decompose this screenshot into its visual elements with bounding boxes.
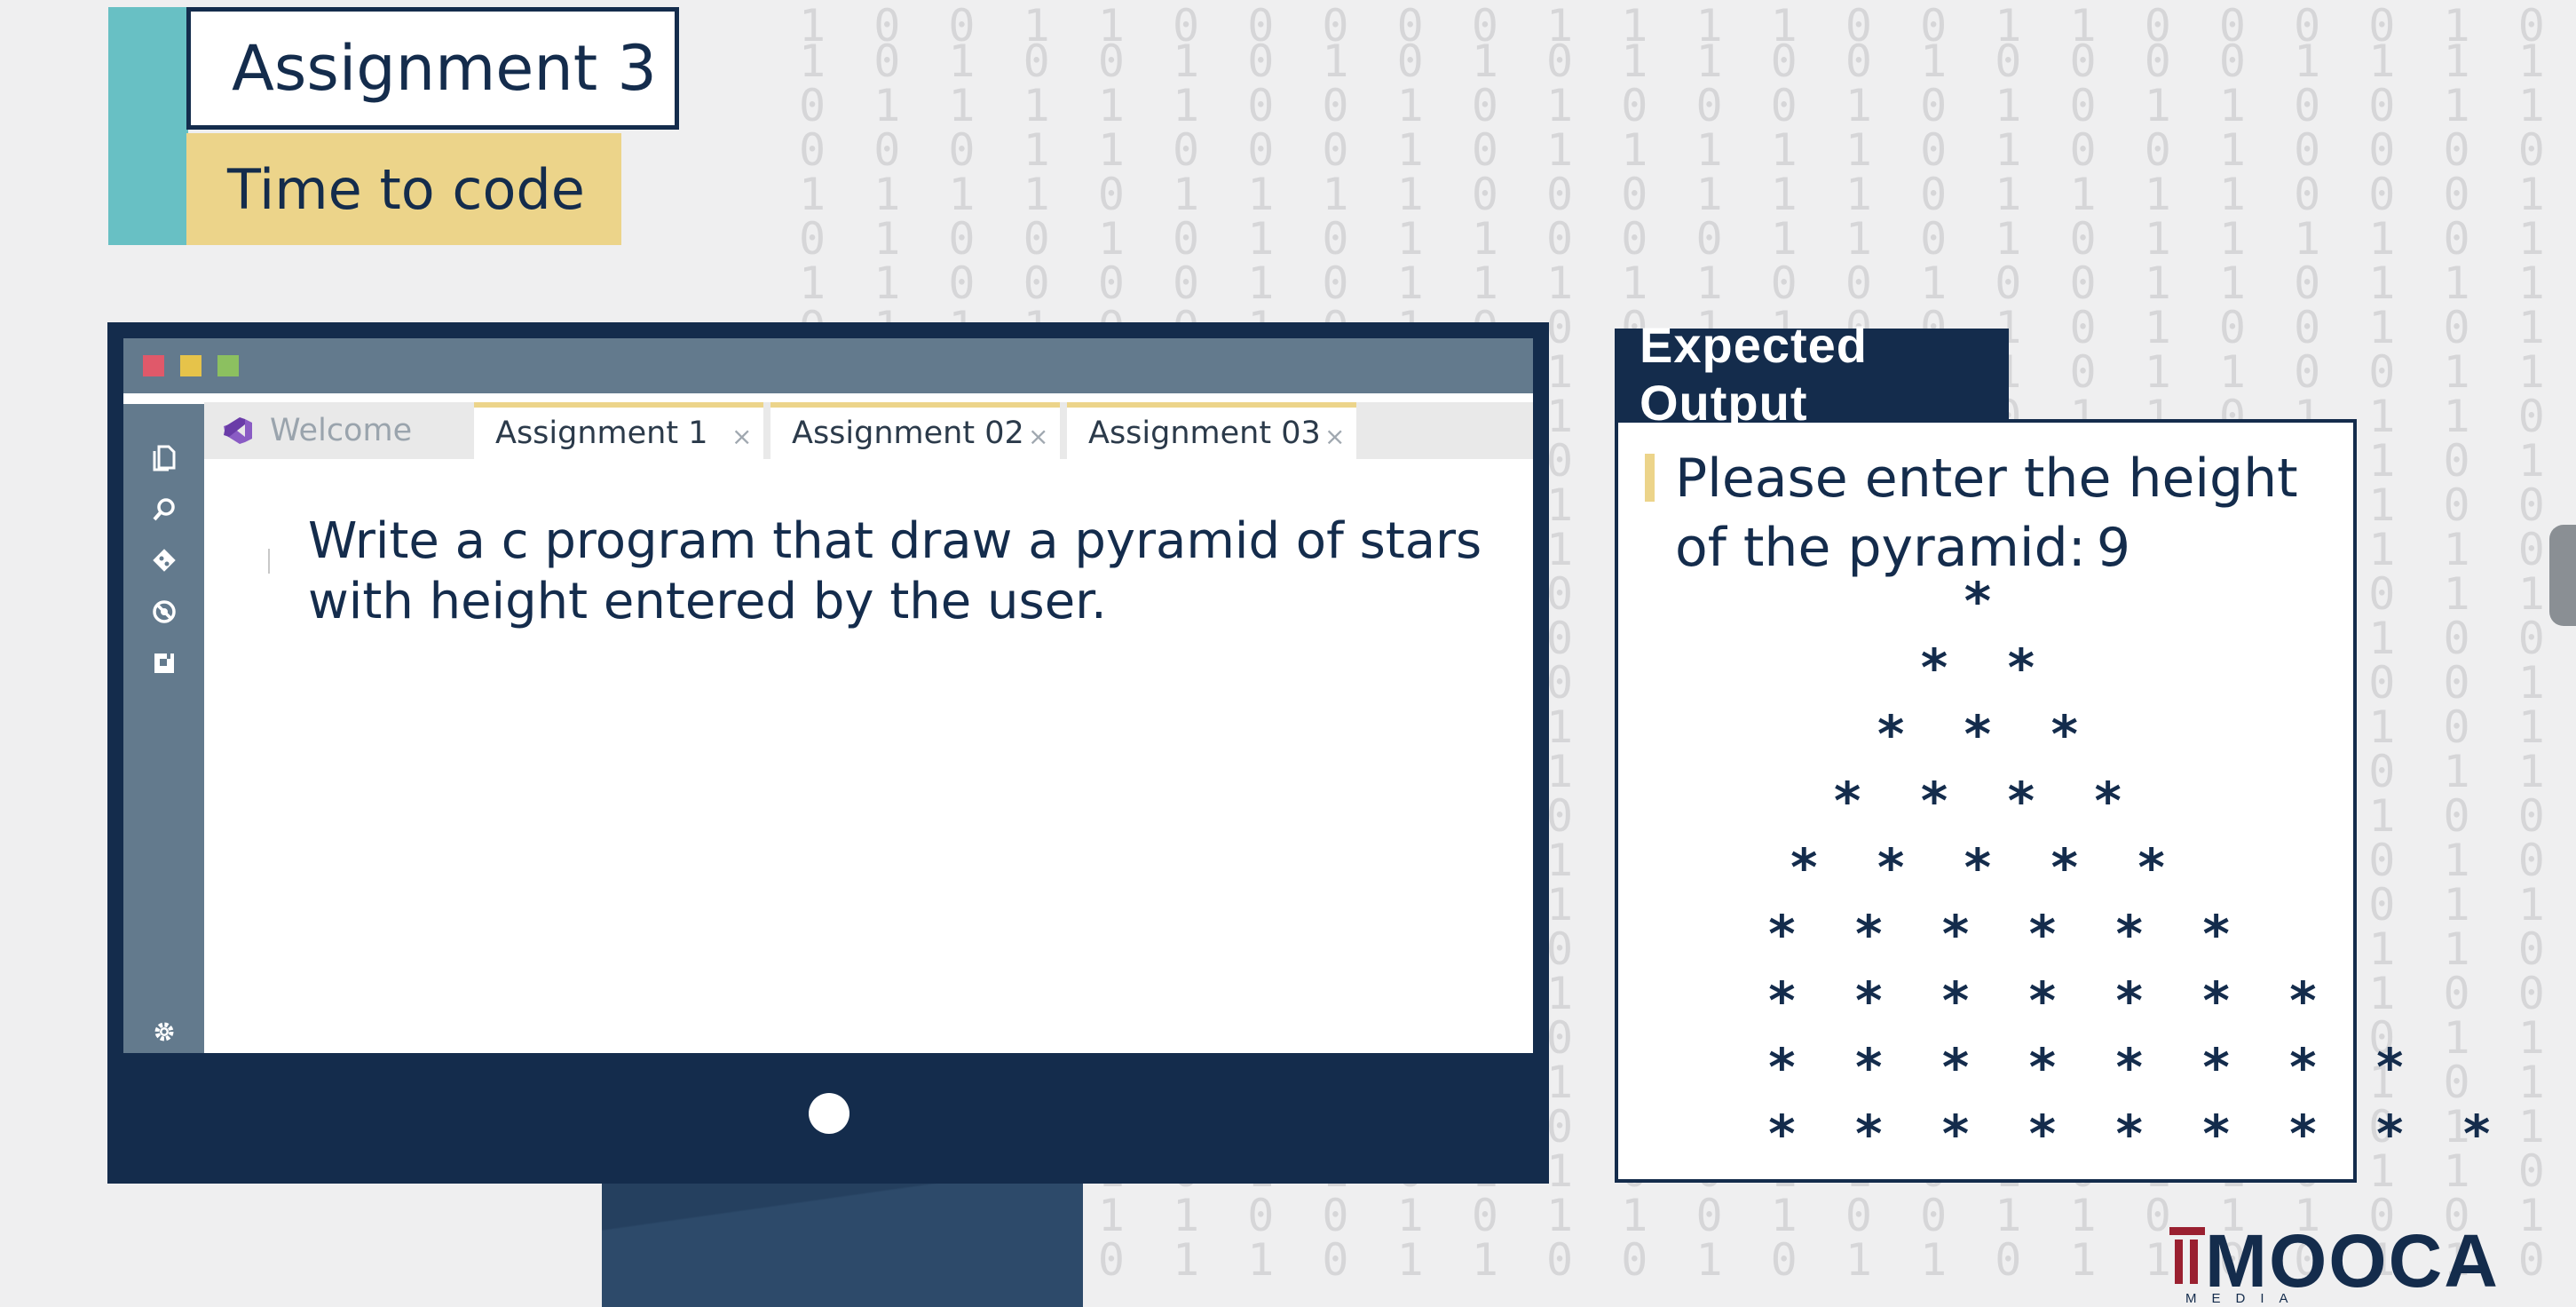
pyramid-row: * * * * * * * * — [1766, 1037, 2418, 1097]
debug-icon[interactable] — [151, 598, 178, 625]
tab-welcome[interactable]: Welcome — [204, 402, 469, 459]
monitor-power-light — [809, 1093, 849, 1134]
monitor-stand — [602, 1184, 1083, 1307]
slide-title: Assignment 3 — [186, 7, 679, 130]
vs-logo-icon — [222, 417, 254, 444]
window-titlebar — [123, 338, 1533, 393]
tab-label: Assignment 1 — [495, 416, 708, 451]
output-header: Expected Output — [1615, 317, 2009, 431]
pyramid-row: * * * * * * * — [1766, 970, 2331, 1031]
tab-assignment-1[interactable]: Assignment 1 × — [474, 402, 763, 459]
tab-label: Assignment 03 — [1088, 416, 1321, 451]
output-prompt: Please enter the height of the pyramid: 9 — [1675, 444, 2350, 582]
pyramid-row: * * * * * * — [1766, 904, 2245, 964]
close-icon[interactable]: × — [731, 422, 752, 451]
window-minimize-button[interactable] — [180, 355, 201, 376]
close-icon[interactable]: × — [1028, 422, 1048, 451]
editor-window: Welcome Assignment 1 × Assignment 02 × A… — [123, 338, 1533, 1053]
pyramid-row: * * — [1918, 638, 2050, 698]
search-icon[interactable] — [151, 496, 178, 523]
pyramid-row: * — [1962, 571, 2006, 631]
pyramid-row: * * * * — [1831, 771, 2137, 831]
files-icon[interactable] — [151, 445, 178, 471]
gear-icon[interactable] — [151, 1018, 178, 1045]
tab-bar: Welcome Assignment 1 × Assignment 02 × A… — [204, 402, 1533, 459]
pyramid-row: * * * * * — [1788, 837, 2180, 898]
window-close-button[interactable] — [143, 355, 164, 376]
mooca-logo: MOOCA MEDIA PRODUCTION — [2166, 1218, 2521, 1307]
tab-assignment-03[interactable]: Assignment 03 × — [1067, 402, 1356, 459]
git-icon[interactable] — [151, 547, 178, 574]
editor-cursor — [268, 549, 270, 574]
pyramid-row: * * * * * * * * * — [1766, 1104, 2505, 1164]
prompt-label: Please enter the height of the pyramid: — [1675, 448, 2298, 579]
star-pyramid: * * * * * * * * * * * * * * * * * * * * … — [1766, 568, 2505, 1168]
tab-assignment-02[interactable]: Assignment 02 × — [770, 402, 1060, 459]
mooca-logo-mark — [2169, 1227, 2205, 1284]
side-panel-handle[interactable] — [2549, 525, 2576, 626]
slide-subtitle: Time to code — [186, 133, 621, 245]
window-maximize-button[interactable] — [217, 355, 239, 376]
editor-content[interactable]: Write a c program that draw a pyramid of… — [308, 511, 1515, 632]
pyramid-row: * * * — [1875, 704, 2093, 764]
logo-tagline: MEDIA PRODUCTION — [2185, 1291, 2411, 1307]
close-icon[interactable]: × — [1324, 422, 1345, 451]
title-accent-bar — [108, 7, 188, 245]
tab-label: Assignment 02 — [792, 416, 1024, 451]
extensions-icon[interactable] — [151, 650, 178, 677]
activity-bar — [123, 404, 204, 1053]
tab-label: Welcome — [270, 413, 413, 448]
output-marker-bar — [1645, 454, 1655, 502]
